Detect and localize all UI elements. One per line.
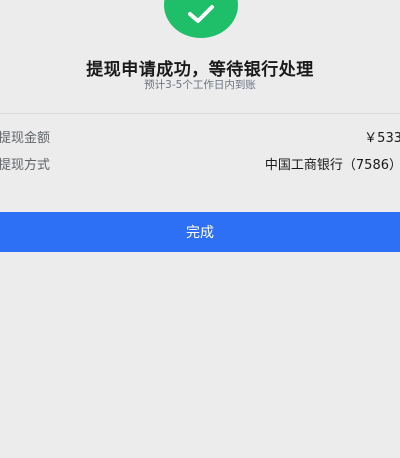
withdraw-method-label: 提现方式 — [0, 158, 51, 173]
result-subtitle: 预计3-5个工作日内到账 — [144, 79, 256, 91]
withdraw-method-value: 中国工商银行（7586） — [264, 158, 400, 173]
withdraw-amount-label: 提现金额 — [0, 131, 51, 146]
withdraw-method-row: 提现方式 中国工商银行（7586） — [0, 154, 400, 174]
success-check-icon — [164, 0, 238, 38]
checkmark-icon — [188, 5, 214, 23]
withdraw-amount-row: 提现金额 ￥533 — [0, 127, 400, 147]
withdraw-amount-value: ￥533 — [364, 131, 400, 146]
divider — [0, 113, 400, 114]
done-button[interactable]: 完成 — [0, 212, 400, 252]
